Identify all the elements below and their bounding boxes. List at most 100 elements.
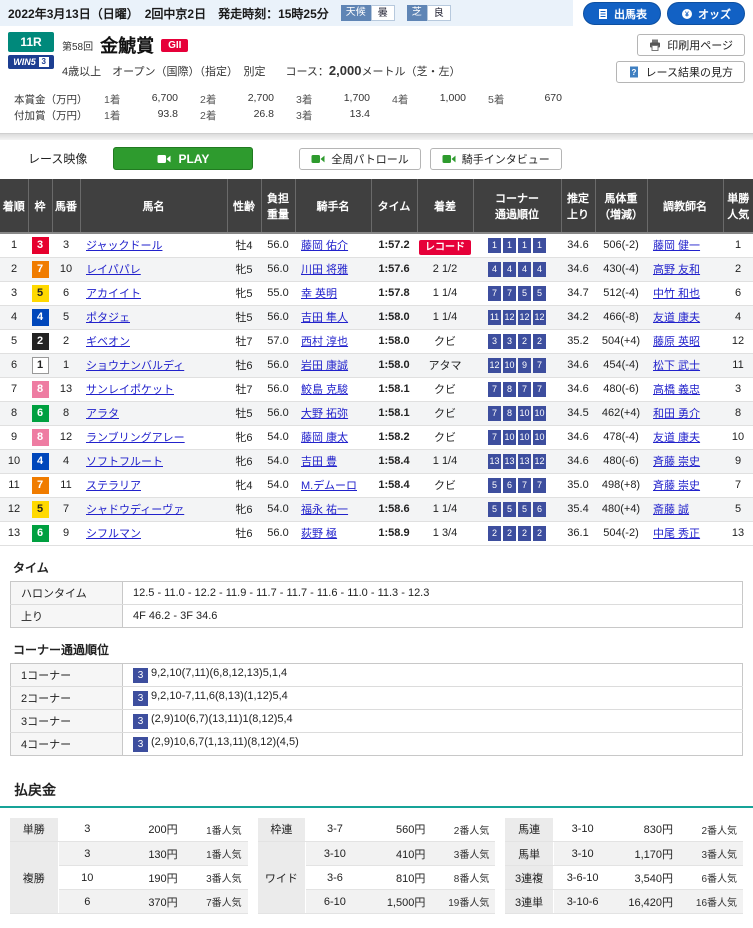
- trainer-link[interactable]: 友道 康夫: [653, 312, 700, 324]
- prize-pair: 1着93.8: [104, 108, 200, 123]
- payout-row: 単勝3200円1番人気: [10, 818, 248, 842]
- main-prize-row: 本賞金（万円） 1着6,7002着2,7003着1,7004着1,0005着67…: [14, 91, 753, 107]
- corner-position-box: 7: [488, 286, 501, 301]
- payout-section: 払戻金 単勝3200円1番人気複勝3130円1番人気10190円3番人気6370…: [0, 780, 753, 928]
- last-3f: 34.6: [561, 425, 595, 449]
- prize-place: 2着: [200, 92, 216, 107]
- sex-age: 牝5: [227, 281, 261, 305]
- jockey-link[interactable]: 鮫島 克駿: [301, 384, 348, 396]
- prize-pair: 2着2,700: [200, 92, 296, 107]
- result-row: 1369シフルマン牡656.0荻野 極1:58.91 3/4222236.150…: [0, 521, 753, 545]
- results-table-body: 133ジャックドール牡456.0藤岡 佑介1:57.2レコード111134.65…: [0, 233, 753, 545]
- trainer-link[interactable]: 斎藤 誠: [653, 504, 689, 516]
- jockey-link[interactable]: 藤岡 康太: [301, 432, 348, 444]
- jockey-link[interactable]: 西村 淳也: [301, 336, 348, 348]
- frame-cell: 8: [28, 425, 52, 449]
- prize-value: 670: [544, 92, 584, 107]
- payout-row: 3連複3-6-103,540円6番人気: [505, 866, 743, 890]
- payout-popularity: 6番人気: [685, 866, 743, 890]
- horse-name-link[interactable]: アラタ: [86, 408, 119, 420]
- bet-type-label: ワイド: [258, 842, 306, 914]
- horse-name-link[interactable]: シフルマン: [86, 528, 141, 540]
- corner-position-box: 12: [503, 310, 516, 325]
- jockey-cell: 大野 拓弥: [295, 401, 371, 425]
- trainer-link[interactable]: 友道 康夫: [653, 432, 700, 444]
- horse-name-link[interactable]: サンレイポケット: [86, 384, 174, 396]
- payout-amount: 1,500円: [364, 890, 438, 914]
- corner-row: 1コーナー 39,2,10(7,11)(6,8,12,13)5,1,4: [11, 663, 743, 686]
- patrol-video-button[interactable]: 全周パトロール: [299, 148, 420, 170]
- margin-cell: クビ: [417, 329, 473, 353]
- finish-position: 12: [0, 497, 28, 521]
- frame-cell: 3: [28, 233, 52, 257]
- sex-age: 牝6: [227, 497, 261, 521]
- payout-popularity: 3番人気: [190, 866, 248, 890]
- jockey-link[interactable]: 川田 将雅: [301, 264, 348, 276]
- carried-weight: 54.0: [261, 449, 295, 473]
- sex-age: 牡5: [227, 401, 261, 425]
- trainer-link[interactable]: 松下 武士: [653, 360, 700, 372]
- carried-weight: 56.0: [261, 401, 295, 425]
- trainer-link[interactable]: 中尾 秀正: [653, 528, 700, 540]
- horse-name-link[interactable]: ランブリングアレー: [86, 432, 185, 444]
- race-conditions-line: 4歳以上 オープン（国際）（指定） 別定 コース：2,000メートル（芝・左）: [62, 63, 460, 79]
- payout-amount: 830円: [611, 818, 685, 842]
- trainer-link[interactable]: 高橋 義忠: [653, 384, 700, 396]
- trainer-link[interactable]: 斉藤 崇史: [653, 480, 700, 492]
- prize-value: 6,700: [152, 92, 200, 107]
- column-header: 着順: [0, 179, 28, 233]
- guide-button[interactable]: ? レース結果の見方: [616, 61, 745, 83]
- play-button[interactable]: PLAY: [113, 147, 253, 170]
- jockey-link[interactable]: 大野 拓弥: [301, 408, 348, 420]
- track-condition-value: 良: [427, 5, 451, 21]
- horse-weight: 462(+4): [595, 401, 647, 425]
- corner-position-box: 5: [518, 502, 531, 517]
- trainer-link[interactable]: 藤原 英昭: [653, 336, 700, 348]
- corner-position-box: 10: [533, 406, 546, 421]
- jockey-link[interactable]: M.デムーロ: [301, 480, 357, 492]
- last-3f: 34.5: [561, 401, 595, 425]
- column-header: 単勝 人気: [723, 179, 753, 233]
- horse-name-link[interactable]: ポタジェ: [86, 312, 130, 324]
- horse-number: 9: [52, 521, 80, 545]
- jockey-interview-button[interactable]: 騎手インタビュー: [430, 148, 562, 170]
- finish-time: 1:58.0: [371, 329, 417, 353]
- finish-position: 13: [0, 521, 28, 545]
- jockey-link[interactable]: 吉田 豊: [301, 456, 337, 468]
- horse-name-cell: ジャックドール: [80, 233, 227, 257]
- win-popularity: 9: [723, 449, 753, 473]
- corner-position-box: 12: [533, 454, 546, 469]
- jockey-link[interactable]: 岩田 康誠: [301, 360, 348, 372]
- horse-name-link[interactable]: ショウナンバルディ: [86, 360, 184, 372]
- jockey-link[interactable]: 幸 英明: [301, 288, 337, 300]
- jockey-link[interactable]: 藤岡 佑介: [301, 240, 348, 252]
- jockey-link[interactable]: 荻野 極: [301, 528, 337, 540]
- horse-name-link[interactable]: アカイイト: [86, 288, 141, 300]
- finish-position: 4: [0, 305, 28, 329]
- horse-name-link[interactable]: シャドウディーヴァ: [86, 504, 184, 516]
- jockey-link[interactable]: 福永 祐一: [301, 504, 348, 516]
- trainer-link[interactable]: 斉藤 崇史: [653, 456, 700, 468]
- horse-weight: 480(-6): [595, 449, 647, 473]
- record-badge: レコード: [419, 240, 471, 255]
- trainer-link[interactable]: 中竹 和也: [653, 288, 700, 300]
- payout-combination: 3-7: [306, 818, 364, 842]
- horse-name-link[interactable]: レイパパレ: [86, 264, 141, 276]
- margin-cell: レコード: [417, 233, 473, 257]
- frame-cell: 2: [28, 329, 52, 353]
- odds-button[interactable]: ¥ オッズ: [667, 2, 745, 25]
- trainer-link[interactable]: 藤岡 健一: [653, 240, 700, 252]
- trainer-link[interactable]: 和田 勇介: [653, 408, 700, 420]
- jockey-cell: 幸 英明: [295, 281, 371, 305]
- entries-button[interactable]: 出馬表: [583, 2, 661, 25]
- win-popularity: 10: [723, 425, 753, 449]
- carried-weight: 55.0: [261, 281, 295, 305]
- jockey-link[interactable]: 吉田 隼人: [301, 312, 348, 324]
- trainer-link[interactable]: 高野 友和: [653, 264, 700, 276]
- horse-name-link[interactable]: ジャックドール: [86, 240, 162, 252]
- horse-name-link[interactable]: ソフトフルート: [86, 456, 163, 468]
- horse-name-link[interactable]: ステラリア: [86, 480, 141, 492]
- corner-label: 1コーナー: [11, 663, 123, 686]
- horse-name-link[interactable]: ギベオン: [86, 336, 130, 348]
- print-button[interactable]: 印刷用ページ: [637, 34, 745, 56]
